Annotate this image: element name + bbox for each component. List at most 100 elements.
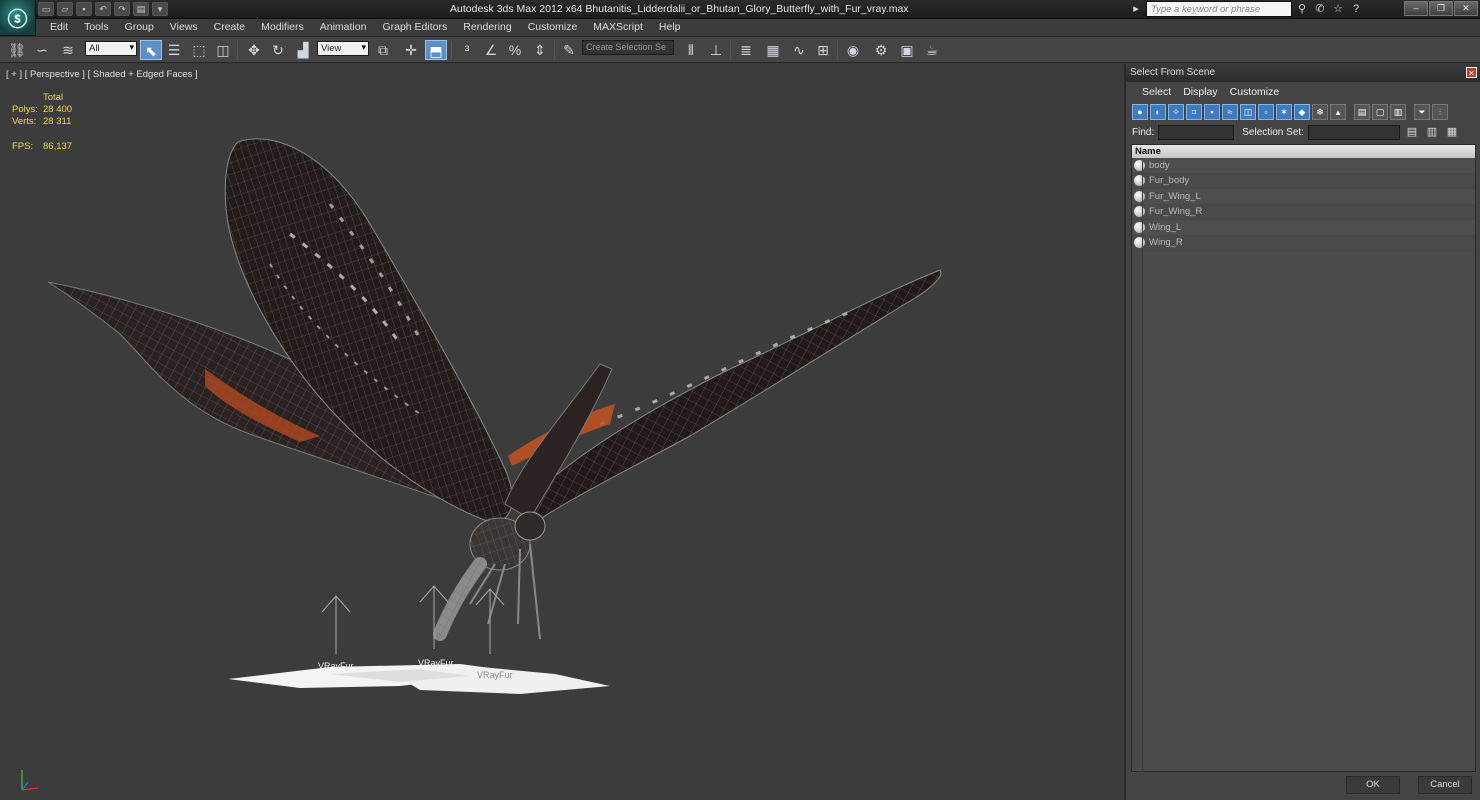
select-all-icon[interactable]: ▤	[1354, 104, 1370, 120]
align-icon[interactable]: ⊥	[705, 40, 727, 60]
menu-maxscript[interactable]: MAXScript	[585, 21, 651, 33]
keyboard-shortcut-override-icon[interactable]: ⬒	[425, 40, 447, 60]
display-helpers-icon[interactable]: ▪	[1204, 104, 1220, 120]
menu-views[interactable]: Views	[162, 21, 206, 33]
menu-rendering[interactable]: Rendering	[455, 21, 519, 33]
schematic-view-icon[interactable]: ⊞	[812, 40, 834, 60]
project-folder-icon[interactable]: ▤	[133, 2, 149, 16]
named-selection-set-input[interactable]: Create Selection Se	[582, 40, 674, 55]
list-item[interactable]: Fur_Wing_R	[1132, 205, 1475, 220]
dialog-close-icon[interactable]: ✕	[1466, 67, 1477, 78]
graphite-ribbon-icon[interactable]: ▦	[762, 40, 784, 60]
menu-customize[interactable]: Customize	[520, 21, 586, 33]
rendered-frame-window-icon[interactable]: ▣	[896, 40, 918, 60]
expand-search-icon[interactable]: ▸	[1128, 1, 1144, 17]
display-bones-icon[interactable]: ✶	[1276, 104, 1292, 120]
display-space-warps-icon[interactable]: ≈	[1222, 104, 1238, 120]
minimize-icon[interactable]: –	[1404, 1, 1428, 16]
menu-graph-editors[interactable]: Graph Editors	[374, 21, 455, 33]
scene-object-list: Name body Fur_body Fur_Wing_L Fur_Wing_R…	[1131, 144, 1476, 772]
select-invert-icon[interactable]: ▥	[1390, 104, 1406, 120]
dialog-menu-customize[interactable]: Customize	[1224, 86, 1286, 98]
help-icon[interactable]: ?	[1348, 1, 1364, 17]
application-menu-button[interactable]: ⓢ	[0, 0, 36, 36]
menu-group[interactable]: Group	[117, 21, 162, 33]
menu-create[interactable]: Create	[206, 21, 254, 33]
bind-space-warp-icon[interactable]: ≋	[57, 40, 79, 60]
display-geometry-icon[interactable]: ●	[1132, 104, 1148, 120]
reference-coordinate-dropdown[interactable]: View	[317, 41, 369, 56]
viewport-label[interactable]: [ + ] [ Perspective ] [ Shaded + Edged F…	[6, 69, 198, 80]
select-from-scene-dialog: Select From Scene ✕ Select Display Custo…	[1124, 64, 1480, 800]
save-file-icon[interactable]: ▪	[76, 2, 92, 16]
display-lights-icon[interactable]: ✧	[1168, 104, 1184, 120]
select-and-move-icon[interactable]: ✥	[243, 40, 265, 60]
restore-icon[interactable]: ❐	[1429, 1, 1453, 16]
angle-snap-icon[interactable]: ∠	[480, 40, 502, 60]
list-item[interactable]: Fur_body	[1132, 174, 1475, 189]
display-groups-icon[interactable]: ◫	[1240, 104, 1256, 120]
list-item[interactable]: Wing_L	[1132, 220, 1475, 236]
spinner-snap-icon[interactable]: ⇕	[529, 40, 551, 60]
snaps-toggle-icon[interactable]: ³	[456, 40, 478, 60]
dialog-menu-select[interactable]: Select	[1136, 86, 1177, 98]
list-item[interactable]: Fur_Wing_L	[1132, 189, 1475, 205]
list-item-label: Wing_L	[1149, 221, 1182, 233]
favorites-icon[interactable]: ☆	[1330, 1, 1346, 17]
ok-button[interactable]: OK	[1346, 776, 1400, 794]
edit-named-selection-icon[interactable]: ✎	[558, 40, 580, 60]
select-and-rotate-icon[interactable]: ↻	[267, 40, 289, 60]
pivot-center-icon[interactable]: ⧉	[372, 40, 394, 60]
rectangular-selection-icon[interactable]: ⬚	[188, 40, 210, 60]
menu-modifiers[interactable]: Modifiers	[253, 21, 312, 33]
new-file-icon[interactable]: ▭	[38, 2, 54, 16]
window-crossing-icon[interactable]: ◫	[212, 40, 234, 60]
list-item[interactable]: body	[1132, 158, 1475, 174]
column-header-name[interactable]: Name	[1132, 145, 1475, 158]
remove-selection-set-icon[interactable]: ▥	[1424, 124, 1440, 140]
display-hidden-icon[interactable]: ▴	[1330, 104, 1346, 120]
render-production-icon[interactable]: ☕	[921, 40, 943, 60]
display-shapes-icon[interactable]: ◐	[1150, 104, 1166, 120]
undo-icon[interactable]: ↶	[95, 2, 111, 16]
dialog-menu-display[interactable]: Display	[1177, 86, 1223, 98]
unlink-icon[interactable]: ∽	[31, 40, 53, 60]
menu-tools[interactable]: Tools	[76, 21, 117, 33]
hierarchy-icon[interactable]: ⫶	[1432, 104, 1448, 120]
menu-help[interactable]: Help	[651, 21, 689, 33]
menu-animation[interactable]: Animation	[312, 21, 375, 33]
select-by-name-icon[interactable]: ☰	[163, 40, 185, 60]
select-object-icon[interactable]: ⬉	[140, 40, 162, 60]
search-input[interactable]: Type a keyword or phrase	[1146, 1, 1292, 17]
mirror-icon[interactable]: ⫴	[680, 40, 702, 60]
manipulate-icon[interactable]: ✛	[400, 40, 422, 60]
menu-edit[interactable]: Edit	[42, 21, 76, 33]
select-and-scale-icon[interactable]: ▟	[292, 40, 314, 60]
binoculars-icon[interactable]: ⚲	[1294, 1, 1310, 17]
edit-selection-set-icon[interactable]: ▦	[1444, 124, 1460, 140]
create-selection-set-icon[interactable]: ▤	[1404, 124, 1420, 140]
display-containers-icon[interactable]: ◆	[1294, 104, 1310, 120]
display-xrefs-icon[interactable]: ▫	[1258, 104, 1274, 120]
percent-snap-icon[interactable]: %	[504, 40, 526, 60]
cancel-button[interactable]: Cancel	[1418, 776, 1472, 794]
material-editor-icon[interactable]: ◉	[842, 40, 864, 60]
display-frozen-icon[interactable]: ❄	[1312, 104, 1328, 120]
select-and-link-icon[interactable]: ⛓	[6, 40, 28, 60]
close-icon[interactable]: ✕	[1454, 1, 1478, 16]
layer-manager-icon[interactable]: ≣	[735, 40, 757, 60]
communication-center-icon[interactable]: ✆	[1312, 1, 1328, 17]
open-file-icon[interactable]: ▱	[57, 2, 73, 16]
list-item[interactable]: Wing_R	[1132, 236, 1475, 251]
select-none-icon[interactable]: ▢	[1372, 104, 1388, 120]
perspective-viewport[interactable]: [ + ] [ Perspective ] [ Shaded + Edged F…	[0, 64, 1124, 800]
qat-dropdown-icon[interactable]: ▾	[152, 2, 168, 16]
render-setup-icon[interactable]: ⚙	[870, 40, 892, 60]
selection-filter-dropdown[interactable]: All	[85, 41, 137, 56]
curve-editor-icon[interactable]: ∿	[788, 40, 810, 60]
selection-set-dropdown[interactable]	[1307, 124, 1400, 140]
redo-icon[interactable]: ↷	[114, 2, 130, 16]
filter-icon[interactable]: ⏷	[1414, 104, 1430, 120]
find-input[interactable]	[1158, 124, 1235, 140]
display-cameras-icon[interactable]: ⌗	[1186, 104, 1202, 120]
